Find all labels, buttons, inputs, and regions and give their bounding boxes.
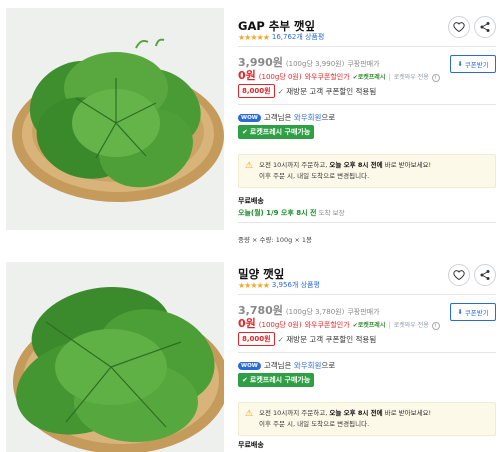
share-button[interactable] bbox=[474, 264, 496, 286]
rocket-fresh-badge: ✔로켓프레시 bbox=[352, 322, 386, 329]
delivery-notice: ⚠ 오전 10시까지 주문하고, 오늘 오후 8시 전에 바로 받아보세요! 이… bbox=[238, 154, 496, 188]
discount-badge: 8,000원 bbox=[238, 332, 275, 346]
star-rating: ★★★★★ bbox=[238, 32, 270, 42]
shipping-title: 무료배송 bbox=[238, 441, 264, 449]
coupon-unit-price: (100g당 0원) bbox=[258, 73, 302, 81]
divider bbox=[238, 46, 496, 47]
shipping-title: 무료배송 bbox=[238, 197, 264, 205]
coupon-price-row: 0원 (100g당 0원) 와우쿠폰할인가 ✔로켓프레시 | 로켓와우 전용 i bbox=[238, 315, 440, 331]
perilla-leaves-photo bbox=[6, 262, 224, 452]
wishlist-button[interactable] bbox=[448, 16, 470, 38]
wow-member-row: WOW 고객님은 와우회원으로 bbox=[238, 360, 335, 371]
coupon-label: 와우쿠폰할인가 bbox=[304, 321, 350, 329]
info-icon[interactable]: i bbox=[431, 74, 440, 82]
product-image[interactable] bbox=[6, 8, 224, 230]
product-image[interactable] bbox=[6, 262, 224, 452]
check-icon: ✓ bbox=[277, 334, 284, 344]
heart-icon bbox=[453, 22, 465, 33]
wishlist-button[interactable] bbox=[448, 264, 470, 286]
separator: | bbox=[388, 321, 391, 329]
discount-text: ✓ 재방문 고객 쿠폰할인 적용됨 bbox=[277, 334, 377, 344]
wow-text: 고객님은 와우회원으로 bbox=[263, 113, 336, 122]
discount-row: 8,000원 ✓ 재방문 고객 쿠폰할인 적용됨 bbox=[238, 84, 376, 98]
coupon-download-icon: ⬇ bbox=[457, 308, 463, 316]
product-card-2: 밀양 깻잎 ★★★★★ 3,956개 상품평 3,780원 (100g당 3,7… bbox=[0, 258, 500, 452]
divider bbox=[238, 352, 496, 353]
check-icon: ✓ bbox=[277, 86, 284, 96]
wow-member-link[interactable]: 와우회원 bbox=[294, 113, 322, 122]
share-icon bbox=[480, 22, 490, 32]
shipping-date: 오늘(월) 1/9 오후 8시 전 도착 보장 bbox=[238, 209, 345, 217]
coupon-download-button[interactable]: ⬇ 쿠폰받기 bbox=[450, 303, 496, 321]
coupon-price: 0원 bbox=[238, 317, 256, 330]
star-rating: ★★★★★ bbox=[238, 280, 270, 290]
coupon-download-label: 쿠폰받기 bbox=[464, 309, 489, 317]
perilla-leaves-photo bbox=[6, 8, 224, 230]
coupon-download-icon: ⬇ bbox=[457, 60, 463, 68]
coupon-price-row: 0원 (100g당 0원) 와우쿠폰할인가 ✔로켓프레시 | 로켓와우 전용 i bbox=[238, 67, 440, 83]
coupon-download-label: 쿠폰받기 bbox=[464, 61, 489, 69]
info-icon[interactable]: i bbox=[431, 322, 440, 330]
rating-row: ★★★★★ 16,762개 상품평 bbox=[238, 32, 324, 42]
check-icon: ✔ bbox=[242, 128, 248, 136]
wow-text: 고객님은 와우회원으로 bbox=[263, 361, 336, 370]
wow-member-link[interactable]: 와우회원 bbox=[294, 361, 322, 370]
review-count-link[interactable]: 16,762개 상품평 bbox=[272, 32, 324, 42]
coupon-price: 0원 bbox=[238, 69, 256, 82]
divider bbox=[238, 222, 496, 223]
heart-icon bbox=[453, 270, 465, 281]
discount-text: ✓ 재방문 고객 쿠폰할인 적용됨 bbox=[277, 86, 377, 96]
check-icon: ✔ bbox=[242, 376, 248, 384]
rating-row: ★★★★★ 3,956개 상품평 bbox=[238, 280, 320, 290]
rocket-fresh-badge: ✔로켓프레시 bbox=[352, 74, 386, 81]
weight-quantity: 중량 × 수량: 100g × 1봉 bbox=[238, 236, 312, 244]
warning-icon: ⚠ bbox=[245, 409, 254, 419]
share-button[interactable] bbox=[474, 16, 496, 38]
wow-member-row: WOW 고객님은 와우회원으로 bbox=[238, 112, 335, 123]
coupon-unit-price: (100g당 0원) bbox=[258, 321, 302, 329]
product-card-1: GAP 추부 깻잎 ★★★★★ 16,762개 상품평 3,990원 (100g… bbox=[0, 0, 500, 252]
coupon-label: 와우쿠폰할인가 bbox=[304, 73, 350, 81]
wow-badge: WOW bbox=[238, 113, 261, 122]
coupon-download-button[interactable]: ⬇ 쿠폰받기 bbox=[450, 55, 496, 73]
divider bbox=[238, 294, 496, 295]
rocket-fresh-available-button[interactable]: ✔ 로켓프레시 구매가능 bbox=[238, 373, 315, 387]
rocket-wow-label: 로켓와우 전용 bbox=[393, 322, 429, 329]
separator: | bbox=[388, 73, 391, 81]
delivery-notice: ⚠ 오전 10시까지 주문하고, 오늘 오후 8시 전에 바로 받아보세요! 이… bbox=[238, 402, 496, 436]
discount-badge: 8,000원 bbox=[238, 84, 275, 98]
review-count-link[interactable]: 3,956개 상품평 bbox=[272, 280, 320, 290]
discount-row: 8,000원 ✓ 재방문 고객 쿠폰할인 적용됨 bbox=[238, 332, 376, 346]
divider bbox=[238, 104, 496, 105]
rocket-fresh-available-button[interactable]: ✔ 로켓프레시 구매가능 bbox=[238, 125, 315, 139]
warning-icon: ⚠ bbox=[245, 161, 254, 171]
rocket-wow-label: 로켓와우 전용 bbox=[393, 74, 429, 81]
share-icon bbox=[480, 270, 490, 280]
wow-badge: WOW bbox=[238, 361, 261, 370]
